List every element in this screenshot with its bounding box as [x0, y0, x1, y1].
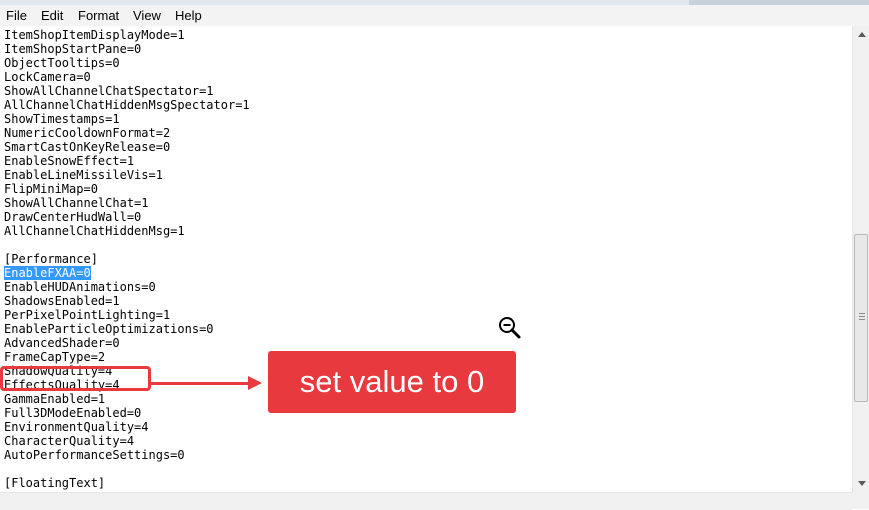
text-line: AllChannelChatHiddenMsgSpectator=1 — [4, 98, 250, 112]
text-line: Full3DModeEnabled=0 — [4, 406, 142, 420]
arrow-up-icon — [858, 32, 866, 37]
text-line: ShadowsEnabled=1 — [4, 294, 120, 308]
menu-view[interactable]: View — [133, 7, 161, 24]
vertical-scrollbar[interactable] — [852, 26, 869, 492]
menu-format[interactable]: Format — [78, 7, 119, 24]
text-line: EnableLineMissileVis=1 — [4, 168, 163, 182]
text-line: ItemShopItemDisplayMode=1 — [4, 28, 185, 42]
arrow-down-icon — [858, 481, 866, 486]
text-line: AdvancedShader=0 — [4, 336, 120, 350]
text-line: LockCamera=0 — [4, 70, 91, 84]
menu-edit[interactable]: Edit — [41, 7, 63, 24]
scroll-down-button[interactable] — [853, 475, 869, 492]
text-line: CharacterQuality=4 — [4, 434, 135, 448]
text-line: ShowTimestamps=1 — [4, 112, 120, 126]
text-line: EnableHUDAnimations=0 — [4, 280, 156, 294]
text-editor[interactable]: ItemShopItemDisplayMode=1 ItemShopStartP… — [0, 26, 852, 492]
selected-text-line[interactable]: EnableFXAA=0 — [4, 266, 91, 280]
grip-icon — [859, 316, 865, 317]
text-line: PerPixelPointLighting=1 — [4, 308, 171, 322]
text-line: ItemShopStartPane=0 — [4, 42, 142, 56]
annotation-arrow-shaft — [151, 382, 251, 385]
text-line: GammaEnabled=1 — [4, 392, 106, 406]
scroll-up-button[interactable] — [853, 26, 869, 43]
zoom-out-magnifier-icon — [499, 317, 521, 339]
text-line: EnableParticleOptimizations=0 — [4, 322, 214, 336]
text-line: AutoPerformanceSettings=0 — [4, 448, 185, 462]
annotation-callout: set value to 0 — [268, 351, 516, 413]
scrollbar-thumb[interactable] — [854, 234, 868, 402]
annotation-arrow-icon — [248, 376, 262, 390]
highlight-box — [0, 366, 151, 391]
section-header-line: [Performance] — [4, 252, 98, 266]
text-line: EnableSnowEffect=1 — [4, 154, 135, 168]
menu-file[interactable]: File — [6, 7, 27, 24]
text-line: ObjectTooltips=0 — [4, 56, 120, 70]
menu-bar: File Edit Format View Help — [0, 5, 869, 27]
grip-icon — [859, 313, 865, 314]
text-line: ShowAllChannelChatSpectator=1 — [4, 84, 214, 98]
text-line: NumericCooldownFormat=2 — [4, 126, 171, 140]
text-line: FlipMiniMap=0 — [4, 182, 98, 196]
text-line: AllChannelChatHiddenMsg=1 — [4, 224, 185, 238]
section-header-line: [FloatingText] — [4, 476, 106, 490]
text-line: DrawCenterHudWall=0 — [4, 210, 142, 224]
text-line: ShowAllChannelChat=1 — [4, 196, 149, 210]
horizontal-scrollbar[interactable] — [0, 492, 852, 510]
menu-help[interactable]: Help — [175, 7, 202, 24]
scrollbar-corner — [852, 492, 869, 509]
grip-icon — [859, 319, 865, 320]
text-line: SmartCastOnKeyRelease=0 — [4, 140, 171, 154]
text-line: EnvironmentQuality=4 — [4, 420, 149, 434]
text-line: FrameCapType=2 — [4, 350, 106, 364]
